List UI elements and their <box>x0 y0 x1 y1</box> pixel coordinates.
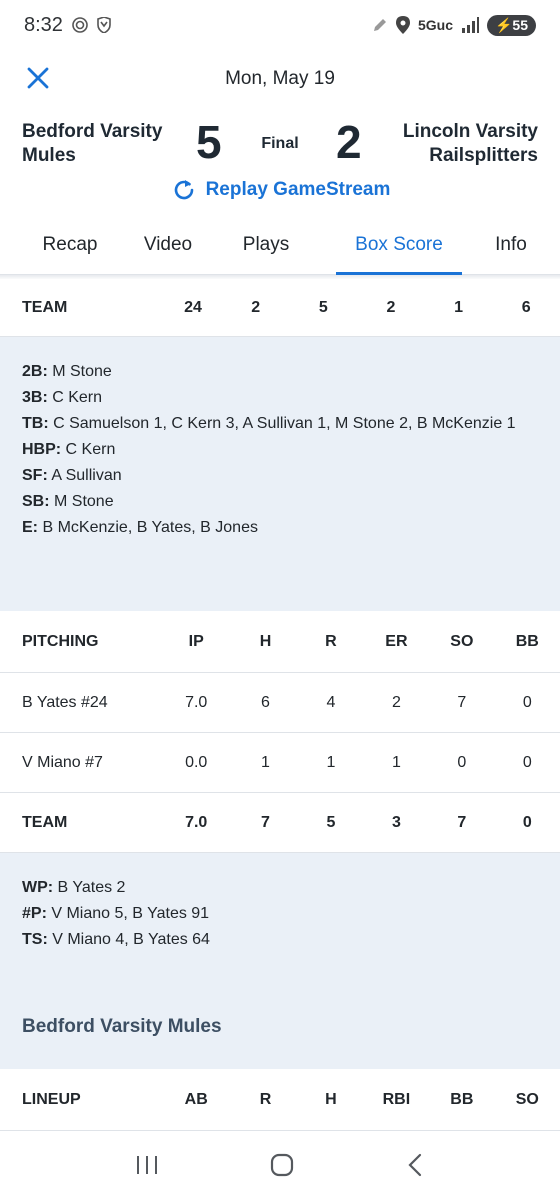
cell: 3 <box>391 813 401 831</box>
status-bar: 8:32 5Guc ⚡55 <box>0 0 560 50</box>
cell: 6 <box>261 693 270 711</box>
replay-gamestream-button[interactable]: Replay GameStream <box>0 176 560 204</box>
note-wp: WP: B Yates 2 <box>22 879 126 896</box>
tab-plays[interactable]: Plays <box>196 222 336 274</box>
note-3b: 3B: C Kern <box>22 389 103 406</box>
col-h: H <box>259 632 272 650</box>
col-r: R <box>259 1090 272 1108</box>
tab-video[interactable]: Video <box>140 222 196 274</box>
pitching-header-row: PITCHING IP H R ER SO BB <box>0 611 560 673</box>
network-label: 5Guc <box>417 17 453 33</box>
recent-apps-icon <box>137 1155 157 1174</box>
note-2b: 2B: M Stone <box>22 363 112 380</box>
row-label: TEAM <box>22 813 68 831</box>
table-row[interactable]: B Yates #24 7.0 6 4 2 7 0 <box>0 673 560 733</box>
row-label: TEAM <box>22 298 68 316</box>
signal-icon <box>461 17 479 33</box>
tab-bar: Recap Video Plays Box Score Info <box>0 222 560 275</box>
cell: 0 <box>522 813 532 831</box>
clock: 8:32 <box>24 13 63 36</box>
note-ts: TS: V Miano 4, B Yates 64 <box>22 931 210 948</box>
status-right: 5Guc ⚡55 <box>372 14 536 36</box>
cell: 5 <box>326 813 336 831</box>
note-hbp: HBP: C Kern <box>22 441 116 458</box>
location-icon <box>395 16 410 34</box>
battery-level: 55 <box>512 16 528 33</box>
col-r: R <box>325 632 337 650</box>
cell: 1 <box>261 753 270 771</box>
batting-team-row: TEAM 24 2 5 2 1 6 <box>0 279 560 337</box>
cell: 1 <box>391 753 401 771</box>
col-ab: AB <box>184 1090 208 1108</box>
lineup-header: LINEUP <box>22 1090 81 1108</box>
note-tb: TB: C Samuelson 1, C Kern 3, A Sullivan … <box>22 415 516 432</box>
replay-label: Replay GameStream <box>205 179 391 200</box>
lineup-header-row: LINEUP AB R H RBI BB SO <box>0 1069 560 1131</box>
away-team-line2: Railsplitters <box>429 145 538 166</box>
home-button[interactable] <box>269 1152 295 1183</box>
away-score: 2 <box>336 116 362 168</box>
note-e: E: B McKenzie, B Yates, B Jones <box>22 519 258 536</box>
col-so: SO <box>450 632 474 650</box>
cell: 7 <box>457 693 467 711</box>
cell: 0 <box>522 693 532 711</box>
back-button[interactable] <box>405 1153 425 1182</box>
away-team-name[interactable]: Lincoln Varsity Railsplitters <box>403 120 538 168</box>
game-date: Mon, May 19 <box>225 68 335 89</box>
battery-indicator: ⚡55 <box>486 14 536 36</box>
nfc-icon <box>71 16 89 34</box>
batting-notes: 2B: M Stone 3B: C Kern TB: C Samuelson 1… <box>0 337 560 611</box>
cell: 1 <box>454 298 464 316</box>
cell: 7.0 <box>185 813 208 831</box>
cell: 2 <box>386 298 396 316</box>
col-bb: BB <box>450 1090 474 1108</box>
col-ip: IP <box>188 632 204 650</box>
cell: 7 <box>457 813 467 831</box>
game-header: Mon, May 19 Bedford Varsity Mules 5 Fina… <box>0 50 560 275</box>
cell: 0 <box>457 753 467 771</box>
tab-info[interactable]: Info <box>462 222 560 274</box>
cell: 2 <box>251 298 261 316</box>
cell: 0 <box>522 753 532 771</box>
battery-icon: ⚡ <box>494 16 513 33</box>
cell: 7.0 <box>185 693 208 711</box>
pencil-icon <box>372 17 388 33</box>
pitching-team-row: TEAM 7.0 7 5 3 7 0 <box>0 793 560 853</box>
pitcher-name: B Yates #24 <box>22 693 108 711</box>
table-row[interactable]: V Miano #7 0.0 1 1 1 0 0 <box>0 733 560 793</box>
replay-icon <box>174 180 193 200</box>
cell: 5 <box>318 298 328 316</box>
status-left: 8:32 <box>24 14 111 37</box>
col-so: SO <box>515 1090 539 1108</box>
away-team-line1: Lincoln Varsity <box>402 121 538 142</box>
system-nav-bar <box>0 1134 560 1200</box>
col-rbi: RBI <box>382 1090 411 1108</box>
col-er: ER <box>385 632 408 650</box>
cell: 24 <box>184 298 202 316</box>
pitching-notes: WP: B Yates 2 #P: V Miano 5, B Yates 91 … <box>0 853 560 1003</box>
cell: 0.0 <box>185 753 208 771</box>
col-h: H <box>325 1090 337 1108</box>
col-bb: BB <box>515 632 539 650</box>
tab-recap[interactable]: Recap <box>0 222 140 274</box>
shield-icon <box>97 17 111 33</box>
recent-apps-button[interactable] <box>135 1154 159 1181</box>
cell: 4 <box>326 693 336 711</box>
pitcher-name: V Miano #7 <box>22 753 103 771</box>
cell: 2 <box>391 693 401 711</box>
cell: 6 <box>521 298 531 316</box>
note-pitches: #P: V Miano 5, B Yates 91 <box>22 905 210 922</box>
note-sb: SB: M Stone <box>22 493 114 510</box>
home-icon <box>270 1153 294 1176</box>
pitching-header: PITCHING <box>22 632 99 650</box>
lineup-section-title: Bedford Varsity Mules <box>0 1003 560 1069</box>
back-icon <box>408 1153 422 1176</box>
cell: 1 <box>326 753 336 771</box>
note-sf: SF: A Sullivan <box>22 467 122 484</box>
tab-box-score[interactable]: Box Score <box>336 222 462 275</box>
cell: 7 <box>261 813 270 831</box>
